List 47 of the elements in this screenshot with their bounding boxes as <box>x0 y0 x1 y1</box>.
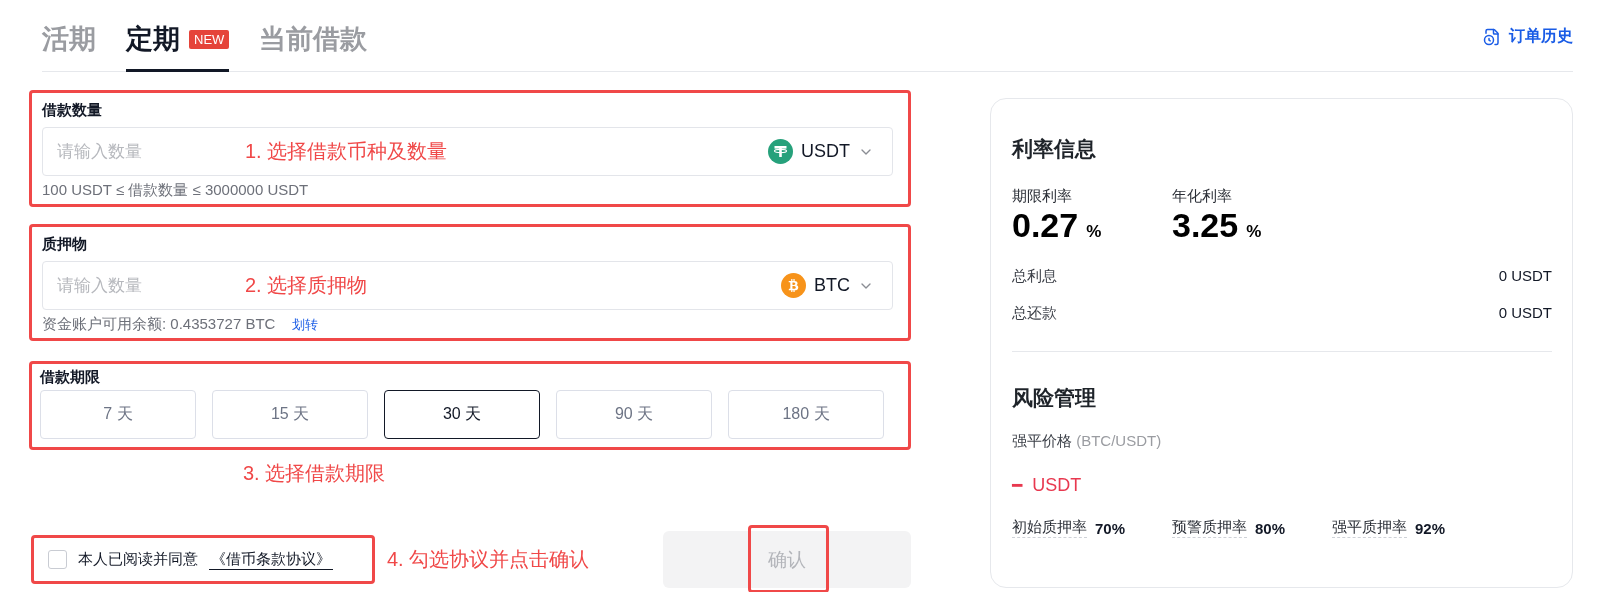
collateral-field[interactable]: 请输入数量 2. 选择质押物 BTC <box>42 261 893 310</box>
total-label: 总利息 <box>1012 267 1057 286</box>
transfer-link[interactable]: 划转 <box>292 315 319 334</box>
term-option[interactable]: 15 天 <box>212 390 368 439</box>
ratio-value: 70% <box>1095 519 1126 537</box>
section-title: 利率信息 <box>1012 136 1097 162</box>
annotation-text: 4. 勾选协议并点击确认 <box>387 547 590 572</box>
new-badge: NEW <box>189 29 230 49</box>
document-clock-icon <box>1483 27 1501 46</box>
balance-text: 资金账户可用余额: 0.4353727 BTC <box>42 315 276 334</box>
amount-hint: 100 USDT ≤ 借款数量 ≤ 3000000 USDT <box>42 181 310 200</box>
total-value: 0 USDT <box>1498 304 1552 323</box>
annotation-text: 3. 选择借款期限 <box>243 461 387 486</box>
coin-select[interactable]: BTC <box>781 273 874 298</box>
amount-field[interactable]: 请输入数量 1. 选择借款币种及数量 USDT <box>42 127 893 176</box>
term-option[interactable]: 30 天 <box>384 390 540 439</box>
ratio-label: 初始质押率 <box>1012 518 1087 538</box>
ratio-value: 92% <box>1415 519 1446 537</box>
ratio-value: 80% <box>1255 519 1286 537</box>
coin-select[interactable]: USDT <box>768 139 874 164</box>
tether-icon <box>768 139 793 164</box>
field-label: 借款期限 <box>40 368 101 387</box>
price-label: 强平价格 (BTC/USDT) <box>1012 432 1163 451</box>
rate-value: 3.25 % <box>1172 206 1263 245</box>
annotation-text: 1. 选择借款币种及数量 <box>245 139 449 164</box>
field-label: 质押物 <box>42 235 88 254</box>
annotation-text: 2. 选择质押物 <box>245 273 369 298</box>
agreement-text: 本人已阅读并同意 <box>78 550 198 569</box>
agreement-link[interactable]: 《借币条款协议》 <box>209 549 333 570</box>
price-value: ━ <box>1012 475 1023 496</box>
checkbox[interactable] <box>48 550 67 569</box>
total-value: 0 USDT <box>1498 267 1552 286</box>
field-label: 借款数量 <box>42 101 103 120</box>
rate-label: 期限利率 <box>1012 187 1073 206</box>
ratio-label: 强平质押率 <box>1332 518 1407 538</box>
rate-value: 0.27 % <box>1012 206 1103 245</box>
term-option[interactable]: 7 天 <box>40 390 196 439</box>
bitcoin-icon <box>781 273 806 298</box>
rate-label: 年化利率 <box>1172 187 1233 206</box>
section-title: 风险管理 <box>1012 385 1097 411</box>
term-option[interactable]: 90 天 <box>556 390 712 439</box>
ratio-label: 预警质押率 <box>1172 518 1247 538</box>
tab[interactable]: 定期 NEW <box>126 21 230 72</box>
total-label: 总还款 <box>1012 304 1057 323</box>
term-option[interactable]: 180 天 <box>728 390 884 439</box>
order-history-link[interactable]: 订单历史 <box>1483 26 1573 47</box>
price-unit: USDT <box>1032 475 1082 496</box>
